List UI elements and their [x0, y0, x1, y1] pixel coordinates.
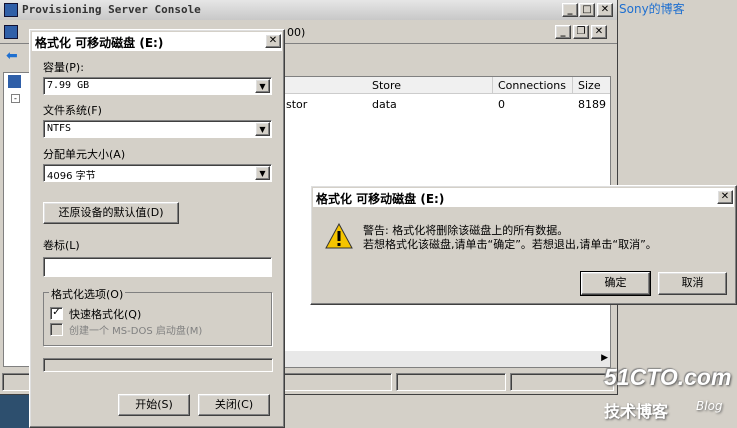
confirm-dialog-close-button[interactable]: ✕: [717, 190, 733, 204]
row-name: stor: [286, 98, 308, 111]
column-header-store[interactable]: Store: [372, 79, 401, 92]
list-header: Store Connections Size: [284, 77, 610, 94]
quick-format-checkbox[interactable]: ✓: [50, 307, 63, 320]
confirm-dialog-title-bar: 格式化 可移动磁盘 (E:) ✕: [313, 188, 734, 207]
close-dialog-button-label: 关闭(C): [214, 398, 254, 411]
minimize-button[interactable]: _: [562, 3, 578, 17]
watermark-blog: Blog: [696, 399, 723, 413]
volume-label: 卷标(L): [43, 239, 80, 252]
tree-root-icon[interactable]: [8, 75, 21, 88]
warning-line-2: 若想格式化该磁盘,请单击“确定”。若想退出,请单击“取消”。: [363, 238, 657, 251]
table-row[interactable]: stor data 0 8189 M: [284, 97, 610, 113]
tree-expand-icon[interactable]: -: [11, 94, 20, 103]
cancel-button-label: 取消: [681, 276, 704, 289]
maximize-button[interactable]: □: [579, 3, 595, 17]
inner-close-button[interactable]: ✕: [591, 25, 607, 39]
status-pane-2: [396, 373, 506, 391]
msdos-boot-label[interactable]: 创建一个 MS-DOS 启动盘(M): [69, 322, 202, 337]
confirm-dialog-title: 格式化 可移动磁盘 (E:): [316, 192, 445, 206]
inner-minimize-button[interactable]: _: [555, 25, 571, 39]
main-title: Provisioning Server Console: [22, 3, 201, 16]
allocation-value: 4096 字节: [47, 171, 96, 182]
cancel-button[interactable]: 取消: [658, 272, 727, 295]
column-header-connections[interactable]: Connections: [498, 79, 566, 92]
format-dialog-title-bar: 格式化 可移动磁盘 (E:) ✕: [32, 32, 282, 51]
confirm-dialog: 格式化 可移动磁盘 (E:) ✕ 警告: 格式化将删除该磁盘上的所有数据。 若想…: [310, 185, 737, 305]
filesystem-label: 文件系统(F): [43, 104, 102, 117]
column-divider: [572, 77, 573, 94]
start-button-label: 开始(S): [135, 398, 173, 411]
filesystem-value: NTFS: [47, 123, 72, 134]
chevron-down-icon[interactable]: ▼: [255, 122, 270, 136]
progress-bar: [43, 358, 273, 372]
column-header-size[interactable]: Size: [578, 79, 601, 92]
column-divider: [492, 77, 493, 94]
chevron-down-icon[interactable]: ▼: [255, 166, 270, 180]
watermark-site: 51CTO.com: [604, 364, 732, 390]
format-dialog-close-button[interactable]: ✕: [265, 34, 281, 48]
watermark-sub: 技术博客: [604, 402, 669, 421]
chevron-down-icon[interactable]: ▼: [255, 79, 270, 93]
warning-icon: [325, 222, 353, 249]
inner-title: 00): [287, 26, 306, 39]
status-pane-3: [510, 373, 614, 391]
inner-icon: [4, 25, 18, 39]
app-icon: [4, 3, 18, 17]
ok-button[interactable]: 确定: [580, 271, 651, 296]
capacity-select[interactable]: 7.99 GB ▼: [43, 77, 272, 95]
msdos-boot-checkbox[interactable]: [50, 323, 63, 336]
row-size: 8189 M: [578, 98, 610, 111]
scroll-right-icon[interactable]: ▶: [601, 353, 608, 363]
capacity-label: 容量(P):: [43, 61, 84, 74]
volume-input[interactable]: [43, 257, 272, 277]
row-connections: 0: [498, 98, 505, 111]
inner-restore-button[interactable]: ❐: [573, 25, 589, 39]
desktop-background: [0, 395, 32, 428]
format-dialog-title: 格式化 可移动磁盘 (E:): [35, 36, 164, 50]
quick-format-label[interactable]: 快速格式化(Q): [69, 306, 141, 322]
allocation-label: 分配单元大小(A): [43, 148, 126, 161]
back-arrow-icon[interactable]: ⬅: [6, 48, 18, 64]
filesystem-select[interactable]: NTFS ▼: [43, 120, 272, 138]
close-dialog-button[interactable]: 关闭(C): [198, 394, 270, 416]
options-group-label: 格式化选项(O): [49, 286, 126, 302]
start-button[interactable]: 开始(S): [118, 394, 190, 416]
watermark-text: Sony的博客: [619, 2, 685, 16]
row-store: data: [372, 98, 397, 111]
capacity-value: 7.99 GB: [47, 80, 90, 91]
horizontal-scrollbar[interactable]: ▶: [284, 351, 610, 367]
ok-button-label: 确定: [604, 276, 627, 289]
allocation-select[interactable]: 4096 字节 ▼: [43, 164, 272, 182]
main-title-bar: Provisioning Server Console _ □ ✕: [0, 0, 617, 20]
close-button[interactable]: ✕: [597, 3, 613, 17]
restore-defaults-label: 还原设备的默认值(D): [58, 206, 164, 219]
format-dialog: 格式化 可移动磁盘 (E:) ✕ 容量(P): 7.99 GB ▼ 文件系统(F…: [29, 29, 285, 428]
restore-defaults-button[interactable]: 还原设备的默认值(D): [43, 202, 179, 224]
